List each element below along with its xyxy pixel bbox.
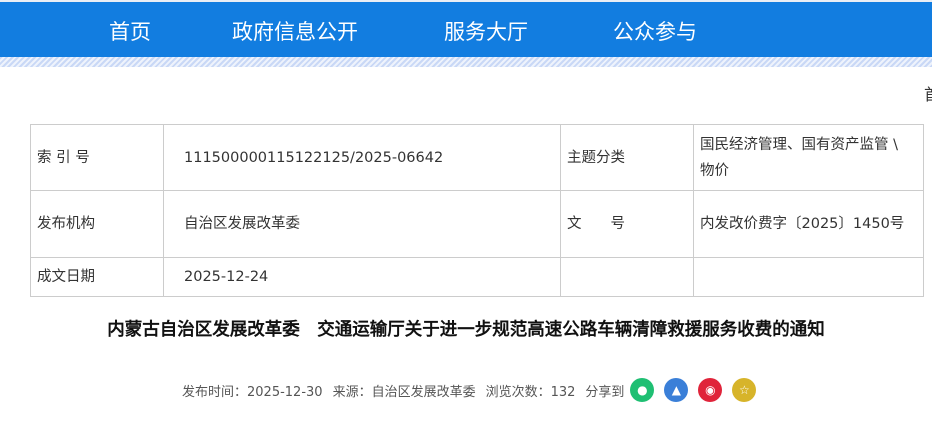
article-title: 内蒙古自治区发展改革委 交通运输厅关于进一步规范高速公路车辆清障救援服务收费的通… xyxy=(107,320,825,340)
source: 来源：自治区发展改革委 xyxy=(332,384,476,400)
decorative-border xyxy=(0,57,932,67)
org-label: 发布机构 xyxy=(30,190,164,258)
qq-share-icon[interactable]: ▲ xyxy=(664,378,689,402)
main-nav: 首页 政府信息公开 服务大厅 公众参与 xyxy=(0,0,932,57)
empty-cell xyxy=(693,257,924,297)
nav-service-hall[interactable]: 服务大厅 xyxy=(444,16,528,46)
view-count: 浏览次数：132 xyxy=(485,384,576,400)
date-label: 成文日期 xyxy=(30,257,164,297)
topic-value: 国民经济管理、国有资产监管 \ 物价 xyxy=(693,124,924,191)
empty-cell xyxy=(560,257,694,297)
info-table: 索 引 号 11150000011512212​5/2025-06642 主题分… xyxy=(30,124,924,297)
nav-public-participation[interactable]: 公众参与 xyxy=(613,16,697,46)
org-value: 自治区发展改革委 xyxy=(163,190,561,258)
share-label: 分享到 xyxy=(585,384,625,400)
publish-time: 发布时间：2025-12-30 xyxy=(182,384,323,400)
wechat-share-icon[interactable]: ● xyxy=(630,378,655,402)
nav-home[interactable]: 首页 xyxy=(109,16,151,46)
index-label: 索 引 号 xyxy=(30,124,164,191)
article-meta: 发布时间：2025-12-30 来源：自治区发展改革委 浏览次数：132 分享到… xyxy=(182,378,766,402)
date-value: 2025-12-24 xyxy=(163,257,561,297)
weibo-share-icon[interactable]: ◉ xyxy=(698,378,723,402)
doc-value: 内发改价费字〔2025〕1450号 xyxy=(693,190,924,258)
index-value: 11150000011512212​5/2025-06642 xyxy=(163,124,561,191)
nav-gov-info[interactable]: 政府信息公开 xyxy=(232,16,358,46)
breadcrumb[interactable]: 首 xyxy=(924,81,932,105)
favorite-star-icon[interactable]: ☆ xyxy=(732,378,757,402)
topic-label: 主题分类 xyxy=(560,124,694,191)
doc-label: 文 号 xyxy=(560,190,694,258)
